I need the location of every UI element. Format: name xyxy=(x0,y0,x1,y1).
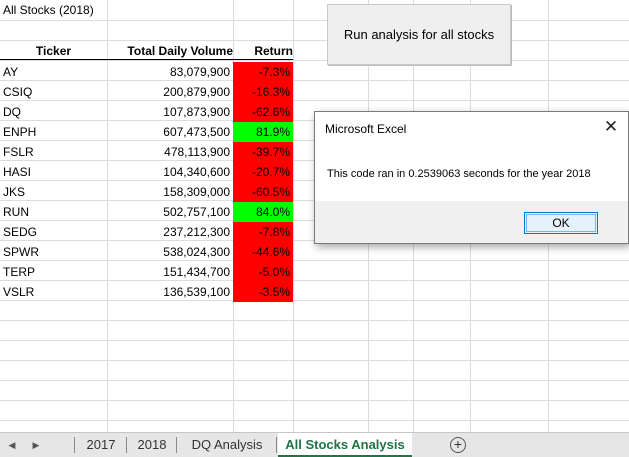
ticker-cell[interactable]: HASI xyxy=(0,162,107,182)
dialog-footer: OK xyxy=(315,201,628,243)
tab-separator xyxy=(126,437,127,453)
add-sheet-icon[interactable]: + xyxy=(450,437,466,453)
message-dialog: Microsoft Excel ✕ This code ran in 0.253… xyxy=(314,111,629,244)
close-icon[interactable]: ✕ xyxy=(600,116,622,138)
volume-cell[interactable]: 136,539,100 xyxy=(107,282,233,302)
row-gridline xyxy=(0,340,629,341)
volume-cell[interactable]: 83,079,900 xyxy=(107,62,233,82)
run-analysis-label: Run analysis for all stocks xyxy=(343,27,495,42)
volume-cell[interactable]: 538,024,300 xyxy=(107,242,233,262)
next-sheet-icon[interactable]: ▶ xyxy=(26,433,46,457)
volume-cell[interactable]: 151,434,700 xyxy=(107,262,233,282)
sheet-tab[interactable]: 2017 xyxy=(76,433,126,457)
return-cell[interactable]: -7.8% xyxy=(233,222,293,242)
header-underline xyxy=(0,59,293,60)
ticker-cell[interactable]: SEDG xyxy=(0,222,107,242)
return-cell[interactable]: -44.6% xyxy=(233,242,293,262)
return-cell[interactable]: -20.7% xyxy=(233,162,293,182)
volume-cell[interactable]: 478,113,900 xyxy=(107,142,233,162)
row-gridline xyxy=(0,20,629,21)
header-return[interactable]: Return xyxy=(233,41,293,61)
ticker-cell[interactable]: FSLR xyxy=(0,142,107,162)
ticker-cell[interactable]: RUN xyxy=(0,202,107,222)
sheet-tab-bar: ◀ ▶ 2017 2018 DQ Analysis All Stocks Analys… xyxy=(0,432,629,457)
tab-separator xyxy=(74,437,75,453)
return-cell[interactable]: -39.7% xyxy=(233,142,293,162)
return-cell[interactable]: -60.5% xyxy=(233,182,293,202)
volume-cell[interactable]: 607,473,500 xyxy=(107,122,233,142)
return-cell[interactable]: -62.6% xyxy=(233,102,293,122)
return-cell[interactable]: 81.9% xyxy=(233,122,293,142)
row-gridline xyxy=(0,380,629,381)
return-cell[interactable]: -7.3% xyxy=(233,62,293,82)
dialog-message: This code ran in 0.2539063 seconds for t… xyxy=(327,168,591,180)
row-gridline xyxy=(0,400,629,401)
column-gridline xyxy=(293,0,294,432)
volume-cell[interactable]: 502,757,100 xyxy=(107,202,233,222)
volume-cell[interactable]: 200,879,900 xyxy=(107,82,233,102)
return-cell[interactable]: -16.3% xyxy=(233,82,293,102)
row-gridline xyxy=(0,320,629,321)
ticker-cell[interactable]: SPWR xyxy=(0,242,107,262)
prev-sheet-icon[interactable]: ◀ xyxy=(2,433,22,457)
ticker-cell[interactable]: JKS xyxy=(0,182,107,202)
ticker-cell[interactable]: TERP xyxy=(0,262,107,282)
sheet-tab[interactable]: 2018 xyxy=(128,433,176,457)
dialog-title: Microsoft Excel xyxy=(325,122,407,136)
return-cell[interactable]: -3.5% xyxy=(233,282,293,302)
return-cell[interactable]: 84.0% xyxy=(233,202,293,222)
sheet-title-cell[interactable]: All Stocks (2018) xyxy=(0,0,94,20)
ticker-cell[interactable]: VSLR xyxy=(0,282,107,302)
tab-separator xyxy=(276,437,277,453)
ticker-cell[interactable]: AY xyxy=(0,62,107,82)
ticker-cell[interactable]: DQ xyxy=(0,102,107,122)
ticker-cell[interactable]: ENPH xyxy=(0,122,107,142)
volume-cell[interactable]: 107,873,900 xyxy=(107,102,233,122)
tab-separator xyxy=(176,437,177,453)
sheet-tab[interactable]: All Stocks Analysis xyxy=(278,433,412,457)
row-gridline xyxy=(0,360,629,361)
volume-cell[interactable]: 237,212,300 xyxy=(107,222,233,242)
run-analysis-button[interactable]: Run analysis for all stocks xyxy=(327,4,511,65)
ticker-cell[interactable]: CSIQ xyxy=(0,82,107,102)
volume-cell[interactable]: 104,340,600 xyxy=(107,162,233,182)
header-volume[interactable]: Total Daily Volume xyxy=(107,41,233,61)
ok-button[interactable]: OK xyxy=(524,212,598,234)
row-gridline xyxy=(0,420,629,421)
ok-label: OK xyxy=(552,216,570,230)
volume-cell[interactable]: 158,309,000 xyxy=(107,182,233,202)
header-ticker[interactable]: Ticker xyxy=(0,41,107,61)
sheet-tab[interactable]: DQ Analysis xyxy=(178,433,276,457)
return-cell[interactable]: -5.0% xyxy=(233,262,293,282)
